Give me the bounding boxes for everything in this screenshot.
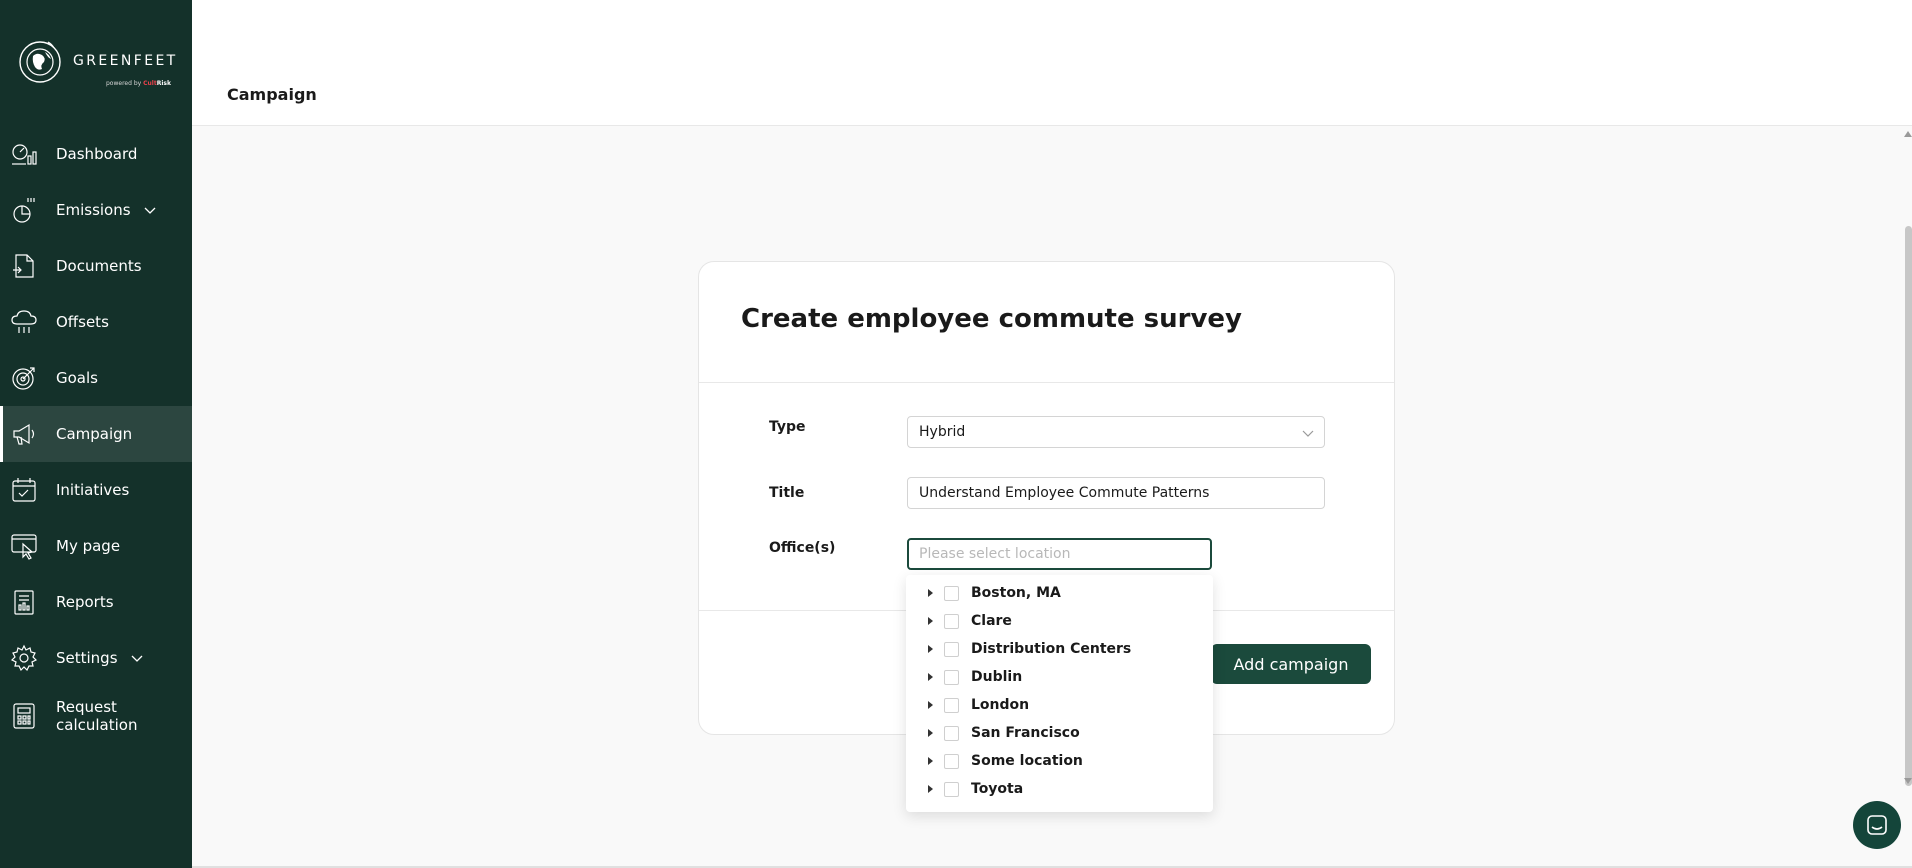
company-name-b: Risk — [156, 80, 171, 87]
sidebar-item-dashboard[interactable]: Dashboard — [0, 126, 192, 182]
location-option-san-francisco[interactable]: San Francisco — [906, 719, 1213, 747]
sidebar-item-reports[interactable]: Reports — [0, 574, 192, 630]
form-title: Create employee commute survey — [741, 304, 1242, 334]
location-option-distribution-centers[interactable]: Distribution Centers — [906, 635, 1213, 663]
sidebar-item-label: Initiatives — [56, 481, 130, 499]
expand-caret-icon[interactable] — [928, 673, 933, 681]
location-option-boston[interactable]: Boston, MA — [906, 579, 1213, 607]
chevron-down-icon[interactable] — [144, 204, 156, 216]
sidebar-item-offsets[interactable]: Offsets — [0, 294, 192, 350]
expand-caret-icon[interactable] — [928, 757, 933, 765]
add-campaign-button[interactable]: Add campaign — [1211, 644, 1371, 684]
expand-caret-icon[interactable] — [928, 785, 933, 793]
campaign-icon — [13, 423, 35, 445]
sidebar-item-label: Reports — [56, 593, 114, 611]
type-label: Type — [769, 419, 806, 435]
sidebar-item-label: Emissions — [56, 201, 131, 219]
location-label: Clare — [971, 613, 1012, 629]
company-name-a: Cult — [143, 80, 157, 87]
dashboard-icon — [12, 144, 37, 165]
page-header: Campaign — [192, 0, 1912, 126]
expand-caret-icon[interactable] — [928, 701, 933, 709]
location-checkbox[interactable] — [944, 586, 959, 601]
location-label: Dublin — [971, 669, 1023, 685]
offices-label: Office(s) — [769, 540, 836, 556]
title-label: Title — [769, 485, 805, 501]
sidebar-item-my-page[interactable]: My page — [0, 518, 192, 574]
scrollbar-thumb[interactable] — [1905, 226, 1912, 786]
location-option-london[interactable]: London — [906, 691, 1213, 719]
sidebar-item-initiatives[interactable]: Initiatives — [0, 462, 192, 518]
expand-caret-icon[interactable] — [928, 729, 933, 737]
card-divider — [699, 382, 1394, 383]
reports-icon — [14, 590, 34, 615]
expand-caret-icon[interactable] — [928, 645, 933, 653]
location-checkbox[interactable] — [944, 726, 959, 741]
location-label: Distribution Centers — [971, 641, 1132, 657]
initiatives-icon — [12, 478, 36, 502]
sidebar-item-label: Documents — [56, 257, 142, 275]
vertical-scrollbar[interactable] — [1900, 126, 1912, 868]
brand-name: GREENFEET — [73, 53, 178, 69]
sidebar-item-label: My page — [56, 537, 121, 555]
sidebar-item-settings[interactable]: Settings — [0, 630, 192, 686]
chat-icon — [1867, 815, 1887, 835]
type-select[interactable]: Hybrid — [907, 416, 1325, 448]
type-select-value: Hybrid — [919, 424, 966, 440]
sidebar-item-label: Goals — [56, 369, 98, 387]
location-checkbox[interactable] — [944, 670, 959, 685]
goals-icon — [12, 367, 35, 390]
sidebar-item-label: Request calculation — [56, 698, 138, 734]
documents-icon — [13, 254, 34, 278]
globe-logo-icon — [19, 41, 61, 83]
chevron-down-icon — [1302, 430, 1314, 437]
expand-caret-icon[interactable] — [928, 589, 933, 597]
chat-launcher-button[interactable] — [1853, 801, 1901, 849]
greenfeet-logo[interactable]: GREENFEET powered by CultRisk — [16, 36, 184, 90]
sidebar-item-label: Settings — [56, 649, 118, 667]
location-option-some-location[interactable]: Some location — [906, 747, 1213, 775]
page-title: Campaign — [227, 85, 317, 104]
location-option-clare[interactable]: Clare — [906, 607, 1213, 635]
location-checkbox[interactable] — [944, 642, 959, 657]
settings-icon — [10, 644, 38, 672]
powered-by-text: powered by CultRisk — [106, 80, 171, 87]
scroll-down-arrow-icon[interactable] — [1904, 778, 1912, 784]
offsets-icon — [11, 310, 37, 333]
location-search-input[interactable] — [907, 538, 1212, 570]
location-checkbox[interactable] — [944, 698, 959, 713]
location-label: San Francisco — [971, 725, 1080, 741]
chevron-down-icon[interactable] — [131, 652, 143, 664]
sidebar-item-label: Campaign — [56, 425, 133, 443]
sidebar: GREENFEET powered by CultRisk Dashboard … — [0, 0, 192, 868]
title-input[interactable] — [907, 477, 1325, 509]
sidebar-item-label: Offsets — [56, 313, 109, 331]
sidebar-item-goals[interactable]: Goals — [0, 350, 192, 406]
powered-by-label: powered by — [106, 80, 142, 87]
sidebar-item-label: Dashboard — [56, 145, 138, 163]
sidebar-item-request-calculation[interactable]: Request calculation — [0, 688, 192, 744]
sidebar-item-emissions[interactable]: Emissions — [0, 182, 192, 238]
emissions-icon — [13, 198, 35, 223]
expand-caret-icon[interactable] — [928, 617, 933, 625]
location-label: London — [971, 697, 1030, 713]
location-label: Boston, MA — [971, 585, 1061, 601]
location-tree-dropdown: Boston, MA Clare Distribution Centers Du… — [906, 575, 1213, 812]
location-label: Some location — [971, 753, 1083, 769]
location-option-toyota[interactable]: Toyota — [906, 775, 1213, 803]
my-page-icon — [11, 534, 37, 560]
location-checkbox[interactable] — [944, 782, 959, 797]
location-label: Toyota — [971, 781, 1024, 797]
sidebar-item-documents[interactable]: Documents — [0, 238, 192, 294]
sidebar-item-campaign[interactable]: Campaign — [0, 406, 192, 462]
location-option-dublin[interactable]: Dublin — [906, 663, 1213, 691]
location-checkbox[interactable] — [944, 614, 959, 629]
location-checkbox[interactable] — [944, 754, 959, 769]
calculator-icon — [13, 703, 35, 729]
scroll-up-arrow-icon[interactable] — [1904, 131, 1912, 137]
